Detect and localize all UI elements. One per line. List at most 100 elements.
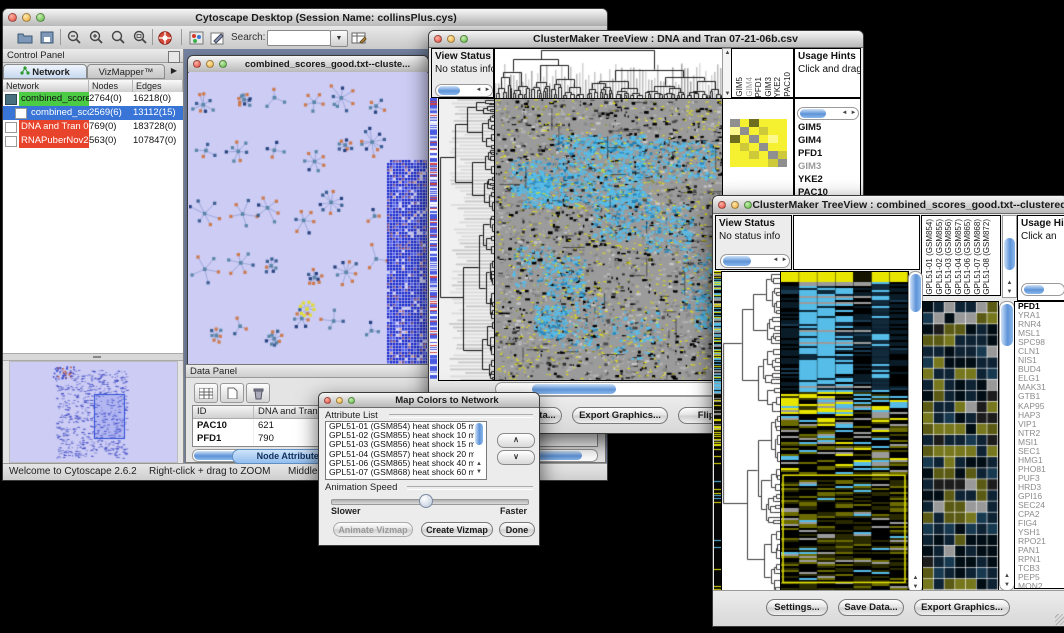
close-icon[interactable]: [324, 397, 331, 404]
zoom-matrix-cell[interactable]: [749, 119, 759, 127]
row-label[interactable]: PFD1: [795, 147, 860, 160]
move-up-button[interactable]: ∧: [497, 433, 535, 448]
zoom-matrix-cell[interactable]: [759, 127, 769, 135]
treeview1-button[interactable]: Export Graphics...: [572, 407, 668, 424]
open-file-icon[interactable]: [16, 29, 34, 46]
zoom-matrix-cell[interactable]: [749, 159, 759, 167]
matrix-overview-strip[interactable]: [430, 98, 437, 379]
gene-list-scrollbar[interactable]: ▲ ▼: [999, 301, 1015, 591]
heatmap-canvas[interactable]: [780, 271, 909, 593]
tab-network[interactable]: Network: [3, 64, 87, 79]
birds-eye-view[interactable]: [9, 361, 178, 463]
move-down-button[interactable]: ∨: [497, 450, 535, 465]
help-lifebuoy-icon[interactable]: [156, 29, 174, 46]
treeview1-titlebar[interactable]: ClusterMaker TreeView : DNA and Tran 07-…: [429, 31, 863, 48]
slider-thumb[interactable]: [419, 494, 433, 508]
zoom-matrix-cell[interactable]: [730, 143, 740, 151]
zoom-matrix-cell[interactable]: [759, 151, 769, 159]
treeview2-titlebar[interactable]: ClusterMaker TreeView : combined_scores_…: [713, 196, 1064, 214]
zoom-matrix-cell[interactable]: [740, 151, 750, 159]
close-icon[interactable]: [8, 13, 17, 22]
scroll-down-icon[interactable]: ▼: [1003, 288, 1016, 297]
zoom-matrix-cell[interactable]: [768, 151, 778, 159]
vizmap-colors-icon[interactable]: [187, 29, 205, 46]
close-icon[interactable]: [193, 60, 201, 68]
treeview2-button[interactable]: Settings...: [766, 599, 828, 616]
treeview2-button[interactable]: Save Data...: [838, 599, 904, 616]
matrix-overview-strip[interactable]: [714, 271, 721, 591]
row-label[interactable]: GIM5: [795, 121, 860, 134]
column-label[interactable]: GIM3: [764, 77, 774, 97]
search-input[interactable]: [267, 30, 331, 46]
minimize-icon[interactable]: [22, 13, 31, 22]
table-edit-icon[interactable]: [350, 29, 368, 46]
scroll-right-icon[interactable]: ►: [849, 108, 858, 119]
scroll-down-icon[interactable]: ▼: [1000, 581, 1014, 590]
scroll-left-icon[interactable]: ◄: [771, 255, 780, 267]
treeview2-button[interactable]: Export Graphics...: [914, 599, 1010, 616]
column-labels-scrollbar[interactable]: ▲ ▼: [1002, 215, 1017, 298]
zoom-matrix-cell[interactable]: [740, 135, 750, 143]
zoom-matrix-cell[interactable]: [730, 127, 740, 135]
row-label[interactable]: GIM3: [795, 160, 860, 173]
column-label[interactable]: PAC10: [783, 72, 793, 97]
zoom-matrix-cell[interactable]: [778, 159, 788, 167]
save-icon[interactable]: [38, 29, 56, 46]
gene-label[interactable]: MON2: [1015, 582, 1064, 589]
zoom-matrix-cell[interactable]: [759, 143, 769, 151]
column-label[interactable]: GIM4: [745, 77, 755, 97]
zoom-matrix-cell[interactable]: [749, 127, 759, 135]
row-label[interactable]: GIM4: [795, 134, 860, 147]
column-dendrogram[interactable]: [494, 48, 723, 99]
dialog-button[interactable]: Animate Vizmap: [333, 522, 413, 537]
minimize-icon[interactable]: [206, 60, 214, 68]
zoom-matrix-cell[interactable]: [768, 127, 778, 135]
scroll-up-icon[interactable]: ▲: [1003, 279, 1016, 288]
scroll-up-icon[interactable]: ▲: [909, 574, 922, 583]
zoom-window-icon[interactable]: [219, 60, 227, 68]
column-label[interactable]: GPL51-06 (GSM865): [963, 219, 973, 295]
zoom-out-icon[interactable]: [65, 29, 83, 46]
zoom-matrix-cell[interactable]: [730, 135, 740, 143]
close-icon[interactable]: [718, 201, 726, 209]
column-label[interactable]: GPL51-07 (GSM868): [973, 219, 983, 295]
table-mode-icon[interactable]: [194, 383, 218, 403]
network-list-row[interactable]: DNA and Tran 07 769(0) 183728(0): [3, 120, 183, 134]
zoom-matrix-cell[interactable]: [730, 159, 740, 167]
column-label[interactable]: YKE2: [773, 77, 783, 97]
zoom-matrix-cell[interactable]: [730, 119, 740, 127]
zoom-selected-icon[interactable]: [131, 29, 149, 46]
minimize-icon[interactable]: [336, 397, 343, 404]
minimize-icon[interactable]: [731, 201, 739, 209]
scroll-right-icon[interactable]: ►: [483, 85, 492, 96]
row-dendrogram[interactable]: [721, 271, 781, 593]
delete-attribute-icon[interactable]: [246, 383, 270, 403]
zoom-matrix-cell[interactable]: [778, 127, 788, 135]
scroll-up-icon[interactable]: ▲: [1000, 572, 1014, 581]
dialog-button[interactable]: Create Vizmap: [421, 522, 493, 537]
dialog-button[interactable]: Done: [499, 522, 535, 537]
labels-scrollbar[interactable]: ◄ ►: [797, 107, 859, 120]
zoom-window-icon[interactable]: [348, 397, 355, 404]
zoom-matrix-cell[interactable]: [749, 135, 759, 143]
new-attribute-icon[interactable]: [220, 383, 244, 403]
zoom-matrix-cell[interactable]: [778, 151, 788, 159]
scroll-down-icon[interactable]: ▼: [474, 468, 484, 477]
zoom-in-icon[interactable]: [87, 29, 105, 46]
minimize-icon[interactable]: [447, 35, 455, 43]
scroll-left-icon[interactable]: ◄: [840, 108, 849, 119]
heatmap-canvas[interactable]: [494, 98, 723, 381]
search-dropdown-icon[interactable]: ▼: [330, 30, 348, 47]
scroll-left-icon[interactable]: ◄: [474, 85, 483, 96]
network-list-row[interactable]: RNAPuberNov2+ 563(0) 107847(0): [3, 134, 183, 148]
column-label[interactable]: GPL51-01 (GSM854): [925, 219, 935, 295]
view-status-scrollbar[interactable]: ◄ ►: [435, 84, 493, 97]
zoom-matrix-cell[interactable]: [740, 143, 750, 151]
zoom-matrix-cell[interactable]: [749, 143, 759, 151]
zoom-matrix-cell[interactable]: [759, 135, 769, 143]
zoom-window-icon[interactable]: [36, 13, 45, 22]
zoom-matrix-cell[interactable]: [759, 119, 769, 127]
zoom-matrix-cell[interactable]: [749, 151, 759, 159]
zoom-matrix[interactable]: [730, 119, 787, 167]
column-label[interactable]: GIM5: [735, 77, 745, 97]
